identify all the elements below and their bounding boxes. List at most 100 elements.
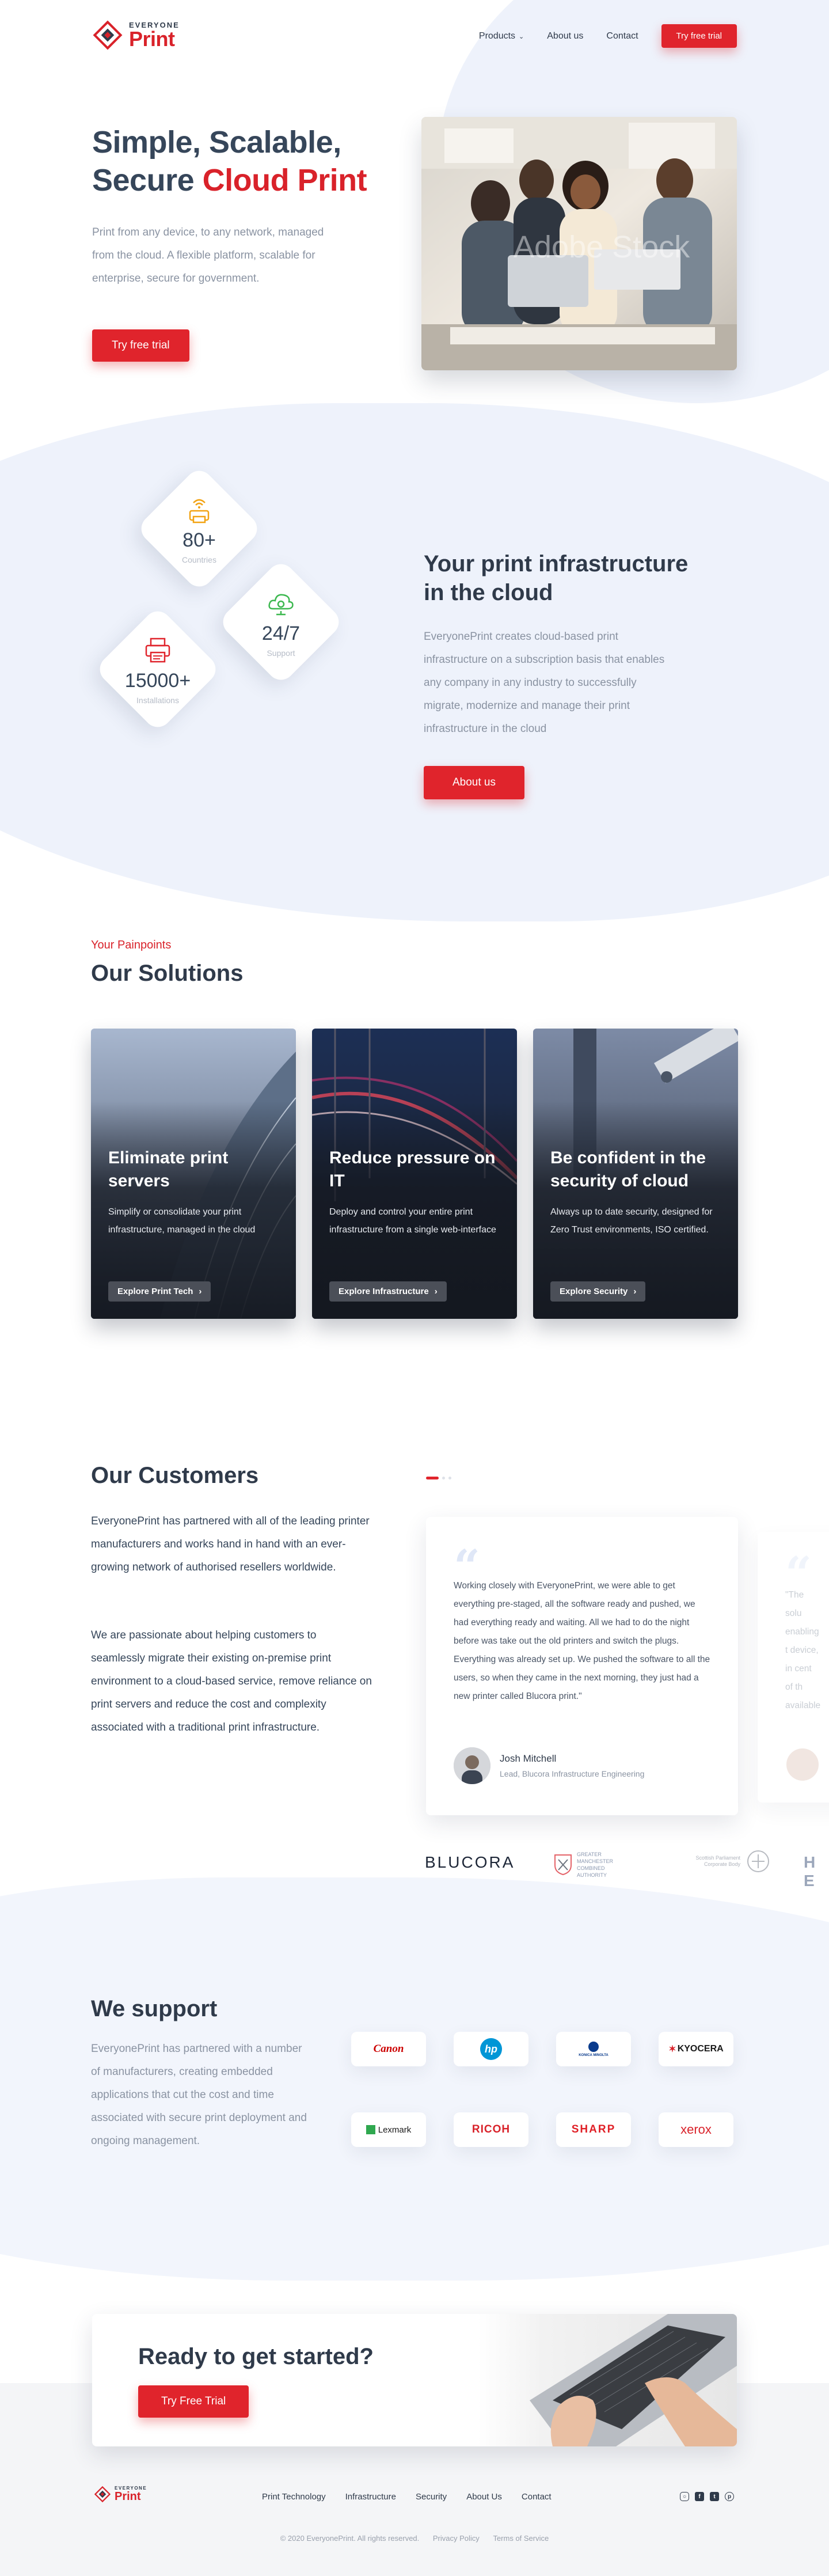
hero-photo: Adobe Stock: [421, 117, 737, 370]
facebook-icon[interactable]: f: [695, 2492, 704, 2501]
twitter-icon[interactable]: t: [710, 2492, 719, 2501]
footer-link-about-us[interactable]: About Us: [466, 2492, 502, 2502]
card-button-label: Explore Infrastructure: [339, 1287, 429, 1296]
hp-circle: hp: [480, 2038, 502, 2060]
lexmark-text: Lexmark: [378, 2124, 412, 2135]
testimonial-card: “ Working closely with EveryonePrint, we…: [426, 1517, 738, 1815]
solution-card-print-servers[interactable]: Eliminate print servers Simplify or cons…: [91, 1029, 296, 1319]
hero-description: Print from any device, to any network, m…: [92, 226, 324, 284]
vendor-logo-kyocera: ✶ KYOCERA: [659, 2032, 733, 2066]
infra-description: EveryonePrint creates cloud-based print …: [424, 631, 665, 735]
card-button-label: Explore Security: [560, 1287, 628, 1296]
footer-link-security[interactable]: Security: [416, 2492, 447, 2502]
carousel-dot[interactable]: [448, 1477, 451, 1479]
kyocera-text: KYOCERA: [677, 2044, 724, 2054]
konica-globe-icon: [588, 2041, 599, 2052]
cloud-settings-icon: [268, 593, 294, 615]
footer-logo[interactable]: EVERYONE Print: [94, 2486, 147, 2503]
printer-icon: [145, 638, 170, 662]
logo-mark-icon: [94, 2486, 111, 2503]
vendor-logo-sharp: SHARP: [556, 2112, 631, 2147]
chevron-right-icon: ›: [633, 1287, 637, 1296]
footer-bottom: © 2020 EveryonePrint. All rights reserve…: [0, 2534, 829, 2543]
carousel-dot[interactable]: [442, 1477, 445, 1479]
footer-link-contact[interactable]: Contact: [522, 2492, 552, 2502]
testimonial-card-next[interactable]: “ "The solu enabling t device, in cent o…: [758, 1532, 829, 1803]
hero-title-line1: Simple, Scalable,: [92, 125, 341, 160]
stat-installations: 15000+ Installations: [94, 605, 222, 733]
header-trial-button[interactable]: Try free trial: [661, 24, 737, 48]
support-title: We support: [91, 1996, 218, 2021]
testimonial-preview: "The solu enabling t device, in cent of …: [785, 1590, 821, 1710]
footer-link-print-technology[interactable]: Print Technology: [262, 2492, 326, 2502]
kyocera-mark: ✶: [668, 2044, 676, 2054]
instagram-icon[interactable]: ○: [680, 2492, 689, 2501]
footer-logo-bottom: Print: [115, 2490, 141, 2503]
copyright: © 2020 EveryonePrint. All rights reserve…: [280, 2534, 420, 2543]
customer-logo-parliament: Scottish Parliament Corporate Body: [694, 1849, 773, 1874]
hero-title: Simple, Scalable, Secure Cloud Print: [92, 123, 367, 199]
footer-link-infrastructure[interactable]: Infrastructure: [345, 2492, 396, 2502]
card-title: Be confident in the security of cloud: [550, 1148, 706, 1190]
terms-link[interactable]: Terms of Service: [493, 2534, 549, 2543]
customer-logo-blucora: BLUCORA: [425, 1853, 515, 1871]
logo-mark-icon: [92, 20, 123, 51]
logo[interactable]: EVERYONE Print: [92, 20, 180, 51]
chevron-right-icon: ›: [199, 1287, 202, 1296]
stat-value: 80+: [182, 529, 216, 551]
vendor-logo-canon: Canon: [351, 2032, 426, 2066]
testimonial-quote: Working closely with EveryonePrint, we w…: [454, 1581, 710, 1701]
avatar: [454, 1747, 490, 1784]
nav-item-products[interactable]: Products ⌄: [479, 31, 524, 41]
explore-security-button[interactable]: Explore Security ›: [550, 1281, 646, 1302]
stat-label: Installations: [136, 695, 179, 705]
parliament-text: Scottish Parliament Corporate Body: [695, 1855, 740, 1867]
nav-item-contact[interactable]: Contact: [606, 31, 638, 41]
vendor-logo-xerox: xerox: [659, 2112, 733, 2147]
solution-card-security[interactable]: Be confident in the security of cloud Al…: [533, 1029, 738, 1319]
vendor-logo-hp: hp: [454, 2032, 528, 2066]
photo-watermark: Adobe Stock: [514, 230, 690, 264]
infra-title-line1: Your print infrastructure: [424, 551, 689, 576]
avatar: [786, 1748, 819, 1781]
cta-trial-button[interactable]: Try Free Trial: [138, 2385, 249, 2418]
chevron-right-icon: ›: [434, 1287, 438, 1296]
solutions-kicker: Your Painpoints: [91, 939, 172, 951]
page: EVERYONE Print Products ⌄ About us Contac…: [0, 0, 829, 2576]
privacy-link[interactable]: Privacy Policy: [433, 2534, 480, 2543]
konica-text: KONICA MINOLTA: [579, 2053, 609, 2057]
card-title: Reduce pressure on IT: [329, 1148, 496, 1190]
hero-title-line2: Secure: [92, 163, 203, 198]
gmca-text: GREATER MANCHESTER COMBINED AUTHORITY: [577, 1852, 614, 1878]
customers-paragraph-1: EveryonePrint has partnered with all of …: [91, 1515, 370, 1573]
social-links: ○ f t p: [680, 2492, 734, 2501]
card-text: Always up to date security, designed for…: [550, 1207, 713, 1235]
card-text: Deploy and control your entire print inf…: [329, 1207, 496, 1235]
stat-value: 24/7: [261, 622, 301, 644]
card-button-label: Explore Print Tech: [117, 1287, 193, 1296]
carousel-dots: [426, 1477, 451, 1479]
solution-card-reduce-pressure[interactable]: Reduce pressure on IT Deploy and control…: [312, 1029, 517, 1319]
footer-nav: Print Technology Infrastructure Security…: [262, 2492, 552, 2502]
nav-label-products: Products: [478, 31, 516, 41]
laptop-photo: [478, 2314, 737, 2446]
pinterest-icon[interactable]: p: [725, 2492, 734, 2501]
about-us-button[interactable]: About us: [424, 766, 524, 799]
stat-support: 24/7 Support: [217, 558, 345, 686]
explore-print-tech-button[interactable]: Explore Print Tech ›: [108, 1281, 211, 1302]
infra-title-line2: in the cloud: [424, 580, 553, 605]
lexmark-mark: [366, 2125, 375, 2134]
hero-trial-button[interactable]: Try free trial: [92, 329, 189, 362]
customers-paragraph-2: We are passionate about helping customer…: [91, 1629, 372, 1733]
nav-item-about[interactable]: About us: [547, 31, 583, 41]
card-title: Eliminate print servers: [108, 1148, 229, 1190]
wifi-printer-icon: [189, 499, 210, 523]
cta-banner: Ready to get started? Try Free Trial: [92, 2314, 737, 2446]
explore-infrastructure-button[interactable]: Explore Infrastructure ›: [329, 1281, 447, 1302]
main-nav: Products ⌄ About us Contact Try free tria…: [479, 24, 737, 48]
chevron-down-icon: ⌄: [519, 33, 524, 40]
vendor-logo-lexmark: Lexmark: [351, 2112, 426, 2147]
carousel-dot-active[interactable]: [426, 1477, 439, 1479]
hp-text: hp: [485, 2043, 497, 2055]
logo-bottom-text: Print: [129, 26, 175, 51]
